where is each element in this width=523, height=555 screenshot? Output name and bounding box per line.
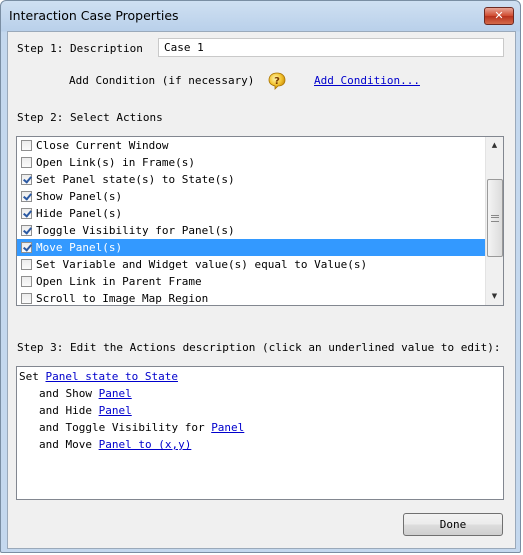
description-text: and Hide [39, 404, 99, 417]
close-button[interactable]: ✕ [484, 7, 514, 25]
step3-label: Step 3: Edit the Actions description (cl… [17, 341, 501, 354]
action-label: Show Panel(s) [36, 190, 123, 203]
action-label: Open Link in Parent Frame [36, 275, 202, 288]
action-label: Close Current Window [36, 139, 169, 152]
description-text: and Show [39, 387, 99, 400]
action-label: Toggle Visibility for Panel(s) [36, 224, 235, 237]
dialog-window: Interaction Case Properties ✕ Step 1: De… [0, 0, 521, 553]
action-list-item[interactable]: Close Current Window [17, 137, 487, 154]
actions-list: Close Current Window Open Link(s) in Fram… [17, 137, 487, 305]
action-label: Set Variable and Widget value(s) equal t… [36, 258, 368, 271]
description-text: Set [19, 370, 46, 383]
show-panel-link[interactable]: Panel [99, 387, 132, 400]
description-text: and Toggle Visibility for [39, 421, 212, 434]
action-list-item[interactable]: Open Link in Parent Frame [17, 273, 487, 290]
action-list-item[interactable]: Hide Panel(s) [17, 205, 487, 222]
checkbox-checked[interactable] [21, 208, 32, 219]
action-label: Set Panel state(s) to State(s) [36, 173, 235, 186]
add-condition-text: Add Condition (if necessary) [69, 74, 255, 87]
action-label: Scroll to Image Map Region [36, 292, 209, 305]
step2-label: Step 2: Select Actions [17, 111, 163, 124]
description-line: and Toggle Visibility for Panel [39, 421, 244, 434]
actions-scrollbar[interactable]: ▲ ▼ [485, 137, 503, 305]
description-line: and Show Panel [39, 387, 132, 400]
checkbox-unchecked[interactable] [21, 293, 32, 304]
dialog-body: Step 1: Description Add Condition (if ne… [7, 31, 516, 549]
checkbox-unchecked[interactable] [21, 140, 32, 151]
scroll-up-icon[interactable]: ▲ [486, 137, 503, 154]
checkbox-unchecked[interactable] [21, 157, 32, 168]
action-label: Move Panel(s) [36, 241, 123, 254]
done-button[interactable]: Done [403, 513, 503, 536]
checkbox-checked[interactable] [21, 225, 32, 236]
action-list-item[interactable]: Set Variable and Widget value(s) equal t… [17, 256, 487, 273]
checkbox-unchecked[interactable] [21, 259, 32, 270]
toggle-panel-link[interactable]: Panel [211, 421, 244, 434]
scrollbar-thumb[interactable] [487, 179, 503, 257]
action-list-item[interactable]: Scroll to Image Map Region [17, 290, 487, 305]
svg-text:?: ? [274, 76, 280, 87]
action-label: Open Link(s) in Frame(s) [36, 156, 195, 169]
window-title: Interaction Case Properties [9, 8, 179, 23]
panel-state-link[interactable]: Panel state to State [46, 370, 178, 383]
checkbox-checked[interactable] [21, 191, 32, 202]
hide-panel-link[interactable]: Panel [99, 404, 132, 417]
grip-icon [491, 215, 499, 222]
step1-label: Step 1: Description [17, 42, 143, 55]
description-line: and Move Panel to (x,y) [39, 438, 191, 451]
action-list-item[interactable]: Toggle Visibility for Panel(s) [17, 222, 487, 239]
description-input[interactable] [158, 38, 504, 57]
move-panel-link[interactable]: Panel to (x,y) [99, 438, 192, 451]
action-list-item[interactable]: Set Panel state(s) to State(s) [17, 171, 487, 188]
checkbox-checked[interactable] [21, 174, 32, 185]
description-line: and Hide Panel [39, 404, 132, 417]
actions-listbox[interactable]: Close Current Window Open Link(s) in Fram… [16, 136, 504, 306]
close-icon: ✕ [494, 9, 504, 22]
title-bar[interactable]: Interaction Case Properties ✕ [1, 1, 520, 31]
checkbox-checked[interactable] [21, 242, 32, 253]
question-mark-icon[interactable]: ? [268, 72, 286, 90]
action-list-item[interactable]: Show Panel(s) [17, 188, 487, 205]
scroll-down-icon[interactable]: ▼ [486, 288, 503, 305]
description-text: and Move [39, 438, 99, 451]
description-line: Set Panel state to State [19, 370, 178, 383]
action-list-item[interactable]: Open Link(s) in Frame(s) [17, 154, 487, 171]
actions-description-box: Set Panel state to State and Show Panel … [16, 366, 504, 500]
add-condition-link[interactable]: Add Condition... [314, 74, 420, 87]
action-list-item[interactable]: Move Panel(s) [17, 239, 487, 256]
checkbox-unchecked[interactable] [21, 276, 32, 287]
action-label: Hide Panel(s) [36, 207, 123, 220]
